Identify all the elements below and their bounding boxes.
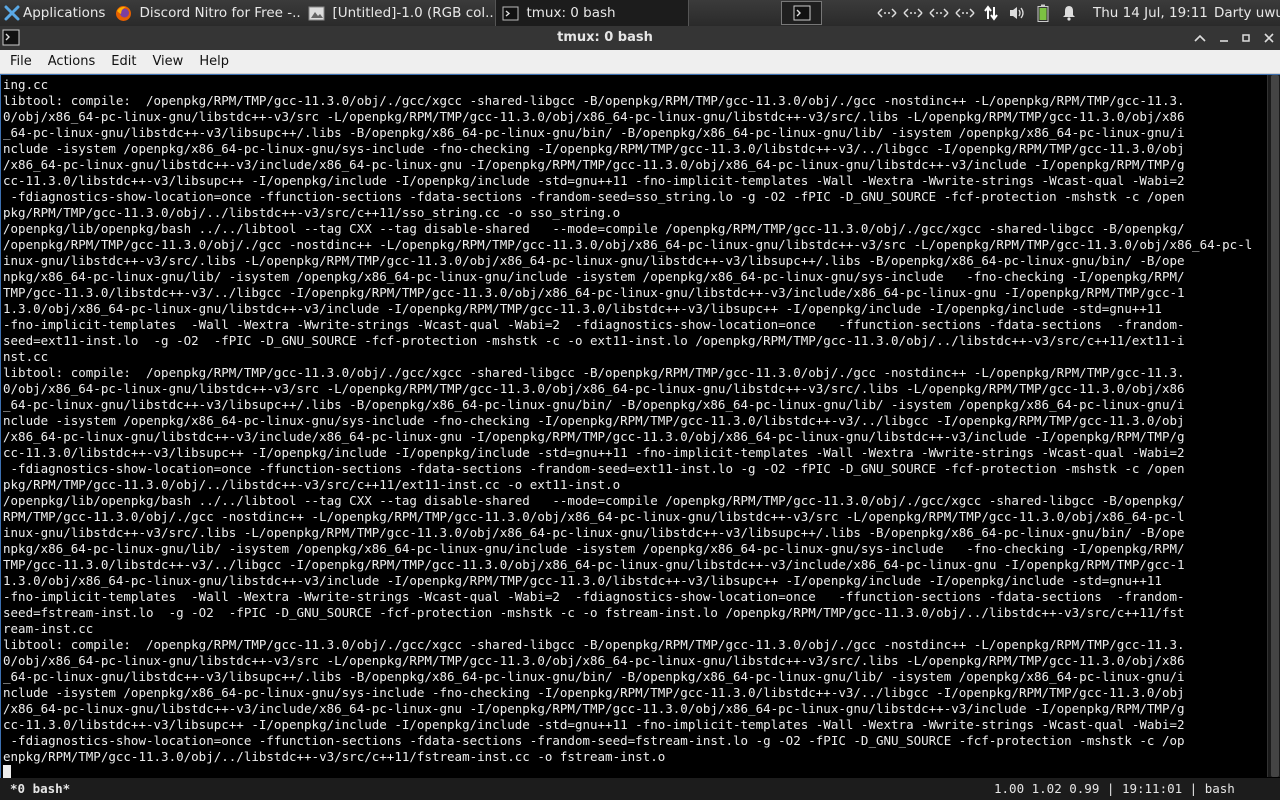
terminal-line: 1.3.0/obj/x86_64-pc-linux-gnu/libstdc++-… bbox=[3, 301, 1162, 316]
menu-help[interactable]: Help bbox=[191, 50, 237, 74]
terminal-line: nclude -isystem /openpkg/x86_64-pc-linux… bbox=[3, 413, 1185, 428]
terminal-line: pkg/RPM/TMP/gcc-11.3.0/obj/../libstdc++-… bbox=[3, 477, 621, 492]
minimize-icon bbox=[1220, 40, 1228, 42]
terminal-line: libtool: compile: /openpkg/RPM/TMP/gcc-1… bbox=[3, 365, 1185, 380]
terminal-line: RPM/TMP/gcc-11.3.0/obj/./gcc -nostdinc++… bbox=[3, 509, 1185, 524]
terminal-view[interactable]: ing.cc libtool: compile: /openpkg/RPM/TMP… bbox=[0, 74, 1280, 800]
status-separator: | bbox=[1099, 781, 1122, 796]
terminal-line: /openpkg/lib/openpkg/bash ../../libtool … bbox=[3, 221, 1185, 236]
clock[interactable]: Thu 14 Jul, 19:11 bbox=[1093, 0, 1208, 26]
battery-icon[interactable] bbox=[1030, 0, 1056, 26]
top-panel: Applications Discord Nitro for Free -...… bbox=[0, 0, 1280, 26]
terminal-line: cc-11.3.0/libstdc++-v3/libsupc++ -I/open… bbox=[3, 445, 1185, 460]
terminal-line: cc-11.3.0/libstdc++-v3/libsupc++ -I/open… bbox=[3, 173, 1185, 188]
tmux-status-right: 1.00 1.02 0.99 | 19:11:01 | bash bbox=[994, 778, 1235, 800]
menu-actions[interactable]: Actions bbox=[40, 50, 104, 74]
terminal-line: -fdiagnostics-show-location=once -ffunct… bbox=[3, 461, 1185, 476]
terminal-line: libtool: compile: /openpkg/RPM/TMP/gcc-1… bbox=[3, 93, 1185, 108]
terminal-line: 0/obj/x86_64-pc-linux-gnu/libstdc++-v3/s… bbox=[3, 653, 1185, 668]
close-button[interactable] bbox=[1258, 26, 1280, 50]
network-icon[interactable] bbox=[874, 0, 900, 26]
terminal-line: ream-inst.cc bbox=[3, 621, 94, 636]
terminal-line: nclude -isystem /openpkg/x86_64-pc-linux… bbox=[3, 685, 1185, 700]
status-session: bash bbox=[1204, 781, 1235, 796]
terminal-line: -fno-implicit-templates -Wall -Wextra -W… bbox=[3, 317, 1185, 332]
taskbar-item-gimp[interactable]: [Untitled]-1.0 (RGB col... bbox=[302, 0, 495, 26]
scrollbar-thumb[interactable] bbox=[1271, 75, 1279, 777]
terminal-line: npkg/x86_64-pc-linux-gnu/lib/ -isystem /… bbox=[3, 541, 1185, 556]
status-time: 19:11:01 bbox=[1121, 781, 1183, 796]
terminal-cursor bbox=[3, 765, 11, 779]
terminal-line: _64-pc-linux-gnu/libstdc++-v3/libsupc++/… bbox=[3, 125, 1185, 140]
user-menu[interactable]: Darty uwu bbox=[1214, 0, 1280, 26]
terminal-icon bbox=[793, 5, 810, 21]
xfce-logo-icon bbox=[4, 5, 20, 21]
shade-button[interactable] bbox=[1189, 26, 1211, 50]
terminal-line: TMP/gcc-11.3.0/libstdc++-v3/../libgcc -I… bbox=[3, 557, 1185, 572]
menubar: File Actions Edit View Help bbox=[0, 50, 1280, 74]
terminal-output[interactable]: ing.cc libtool: compile: /openpkg/RPM/TMP… bbox=[3, 77, 1265, 781]
menu-view[interactable]: View bbox=[144, 50, 191, 74]
applications-menu-label: Applications bbox=[23, 5, 106, 21]
terminal-line: _64-pc-linux-gnu/libstdc++-v3/libsupc++/… bbox=[3, 397, 1185, 412]
menu-edit[interactable]: Edit bbox=[103, 50, 144, 74]
maximize-button[interactable] bbox=[1235, 26, 1257, 50]
taskbar-item-discord[interactable]: Discord Nitro for Free -... bbox=[109, 0, 302, 26]
terminal-line: _64-pc-linux-gnu/libstdc++-v3/libsupc++/… bbox=[3, 669, 1185, 684]
load-average: 1.00 1.02 0.99 bbox=[994, 781, 1100, 796]
firefox-icon bbox=[116, 5, 132, 21]
taskbar-item-label: Discord Nitro for Free -... bbox=[139, 5, 303, 21]
terminal-line: TMP/gcc-11.3.0/libstdc++-v3/../libgcc -I… bbox=[3, 285, 1185, 300]
notification-bell-icon[interactable] bbox=[1056, 0, 1082, 26]
network-icon[interactable] bbox=[900, 0, 926, 26]
tmux-window-label[interactable]: *0 bash* bbox=[10, 778, 70, 800]
terminal-line: enpkg/RPM/TMP/gcc-11.3.0/obj/../libstdc+… bbox=[3, 749, 666, 764]
terminal-line: -fno-implicit-templates -Wall -Wextra -W… bbox=[3, 589, 1185, 604]
terminal-line: nst.cc bbox=[3, 349, 49, 364]
terminal-line: inux-gnu/libstdc++-v3/src/.libs -L/openp… bbox=[3, 253, 1185, 268]
terminal-line: -fdiagnostics-show-location=once -ffunct… bbox=[3, 733, 1185, 748]
terminal-line: /openpkg/RPM/TMP/gcc-11.3.0/obj/./gcc -n… bbox=[3, 237, 1253, 252]
terminal-line: /x86_64-pc-linux-gnu/libstdc++-v3/includ… bbox=[3, 429, 1185, 444]
terminal-line: seed=ext11-inst.lo -g -O2 -fPIC -D_GNU_S… bbox=[3, 333, 1185, 348]
system-tray bbox=[874, 0, 1082, 26]
terminal-line: libtool: compile: /openpkg/RPM/TMP/gcc-1… bbox=[3, 637, 1185, 652]
taskbar-item-label: tmux: 0 bash bbox=[526, 5, 616, 21]
window-title: tmux: 0 bash bbox=[557, 30, 653, 45]
terminal-line: /x86_64-pc-linux-gnu/libstdc++-v3/includ… bbox=[3, 701, 1185, 716]
tmux-status-bar: *0 bash* 1.00 1.02 0.99 | 19:11:01 | bas… bbox=[0, 778, 1280, 800]
close-icon bbox=[1264, 33, 1274, 43]
minimize-button[interactable] bbox=[1213, 26, 1235, 50]
status-separator: | bbox=[1182, 781, 1205, 796]
image-editor-icon bbox=[308, 6, 325, 20]
terminal-line: -fdiagnostics-show-location=once -ffunct… bbox=[3, 189, 1185, 204]
taskbar-item-label: [Untitled]-1.0 (RGB col... bbox=[332, 5, 496, 21]
terminal-line: 0/obj/x86_64-pc-linux-gnu/libstdc++-v3/s… bbox=[3, 109, 1185, 124]
terminal-line: /openpkg/lib/openpkg/bash ../../libtool … bbox=[3, 493, 1185, 508]
terminal-scrollbar[interactable] bbox=[1267, 75, 1280, 777]
terminal-line: seed=fstream-inst.lo -g -O2 -fPIC -D_GNU… bbox=[3, 605, 1185, 620]
maximize-icon bbox=[1242, 34, 1250, 42]
workspace-switcher[interactable] bbox=[781, 1, 822, 25]
terminal-line: pkg/RPM/TMP/gcc-11.3.0/obj/../libstdc++-… bbox=[3, 205, 621, 220]
menu-file[interactable]: File bbox=[0, 50, 40, 74]
transfer-arrows-icon[interactable] bbox=[978, 0, 1004, 26]
volume-icon[interactable] bbox=[1004, 0, 1030, 26]
terminal-line: npkg/x86_64-pc-linux-gnu/lib/ -isystem /… bbox=[3, 269, 1185, 284]
terminal-icon bbox=[502, 6, 519, 20]
applications-menu-button[interactable]: Applications bbox=[0, 0, 109, 26]
terminal-line: 0/obj/x86_64-pc-linux-gnu/libstdc++-v3/s… bbox=[3, 381, 1185, 396]
window-titlebar[interactable]: tmux: 0 bash bbox=[0, 26, 1280, 50]
chevron-up-icon bbox=[1194, 34, 1206, 42]
terminal-line: nclude -isystem /openpkg/x86_64-pc-linux… bbox=[3, 141, 1185, 156]
network-icon[interactable] bbox=[952, 0, 978, 26]
taskbar-item-tmux[interactable]: tmux: 0 bash bbox=[495, 0, 690, 26]
network-icon[interactable] bbox=[926, 0, 952, 26]
terminal-line: inux-gnu/libstdc++-v3/src/.libs -L/openp… bbox=[3, 525, 1185, 540]
terminal-line: 1.3.0/obj/x86_64-pc-linux-gnu/libstdc++-… bbox=[3, 573, 1162, 588]
terminal-line: ing.cc bbox=[3, 77, 49, 92]
terminal-line: cc-11.3.0/libstdc++-v3/libsupc++ -I/open… bbox=[3, 717, 1185, 732]
terminal-line: /x86_64-pc-linux-gnu/libstdc++-v3/includ… bbox=[3, 157, 1185, 172]
